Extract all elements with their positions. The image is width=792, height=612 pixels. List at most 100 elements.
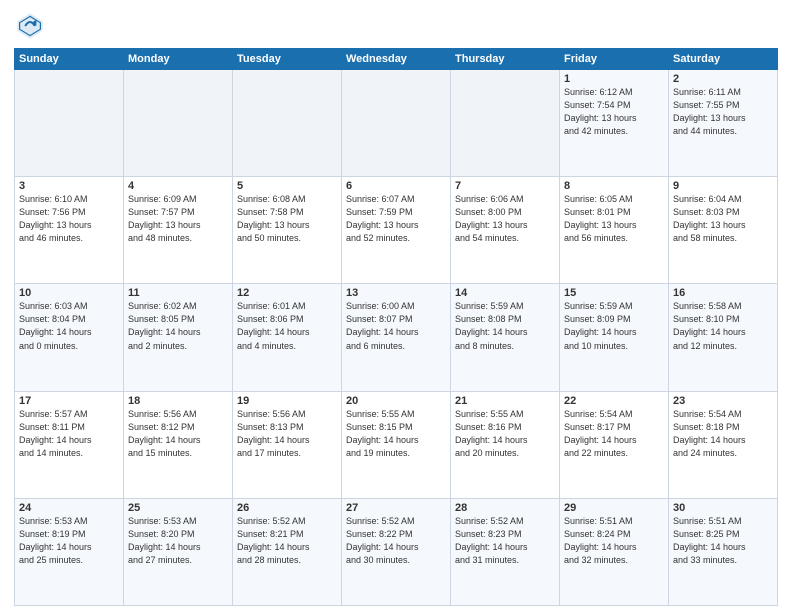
cell-info: Sunrise: 6:03 AM Sunset: 8:04 PM Dayligh… xyxy=(19,300,119,352)
day-number: 8 xyxy=(564,180,664,192)
calendar-cell: 23Sunrise: 5:54 AM Sunset: 8:18 PM Dayli… xyxy=(669,391,778,498)
calendar-cell: 9Sunrise: 6:04 AM Sunset: 8:03 PM Daylig… xyxy=(669,177,778,284)
cell-info: Sunrise: 6:09 AM Sunset: 7:57 PM Dayligh… xyxy=(128,193,228,245)
day-number: 16 xyxy=(673,287,773,299)
calendar-cell xyxy=(451,70,560,177)
day-number: 23 xyxy=(673,395,773,407)
day-number: 25 xyxy=(128,502,228,514)
week-row-4: 17Sunrise: 5:57 AM Sunset: 8:11 PM Dayli… xyxy=(15,391,778,498)
cell-info: Sunrise: 6:11 AM Sunset: 7:55 PM Dayligh… xyxy=(673,86,773,138)
day-number: 7 xyxy=(455,180,555,192)
calendar-cell: 30Sunrise: 5:51 AM Sunset: 8:25 PM Dayli… xyxy=(669,498,778,605)
day-number: 9 xyxy=(673,180,773,192)
cell-info: Sunrise: 6:02 AM Sunset: 8:05 PM Dayligh… xyxy=(128,300,228,352)
week-row-2: 3Sunrise: 6:10 AM Sunset: 7:56 PM Daylig… xyxy=(15,177,778,284)
calendar-cell: 6Sunrise: 6:07 AM Sunset: 7:59 PM Daylig… xyxy=(342,177,451,284)
calendar-cell: 8Sunrise: 6:05 AM Sunset: 8:01 PM Daylig… xyxy=(560,177,669,284)
day-number: 10 xyxy=(19,287,119,299)
cell-info: Sunrise: 5:51 AM Sunset: 8:24 PM Dayligh… xyxy=(564,515,664,567)
calendar-cell: 4Sunrise: 6:09 AM Sunset: 7:57 PM Daylig… xyxy=(124,177,233,284)
calendar-cell xyxy=(124,70,233,177)
cell-info: Sunrise: 6:01 AM Sunset: 8:06 PM Dayligh… xyxy=(237,300,337,352)
day-number: 14 xyxy=(455,287,555,299)
calendar-cell: 14Sunrise: 5:59 AM Sunset: 8:08 PM Dayli… xyxy=(451,284,560,391)
day-number: 5 xyxy=(237,180,337,192)
calendar-cell: 21Sunrise: 5:55 AM Sunset: 8:16 PM Dayli… xyxy=(451,391,560,498)
day-number: 19 xyxy=(237,395,337,407)
calendar-cell: 12Sunrise: 6:01 AM Sunset: 8:06 PM Dayli… xyxy=(233,284,342,391)
cell-info: Sunrise: 6:10 AM Sunset: 7:56 PM Dayligh… xyxy=(19,193,119,245)
weekday-wednesday: Wednesday xyxy=(342,49,451,70)
cell-info: Sunrise: 5:52 AM Sunset: 8:23 PM Dayligh… xyxy=(455,515,555,567)
weekday-monday: Monday xyxy=(124,49,233,70)
cell-info: Sunrise: 5:55 AM Sunset: 8:15 PM Dayligh… xyxy=(346,408,446,460)
cell-info: Sunrise: 5:57 AM Sunset: 8:11 PM Dayligh… xyxy=(19,408,119,460)
cell-info: Sunrise: 5:54 AM Sunset: 8:18 PM Dayligh… xyxy=(673,408,773,460)
day-number: 6 xyxy=(346,180,446,192)
day-number: 11 xyxy=(128,287,228,299)
calendar-cell: 18Sunrise: 5:56 AM Sunset: 8:12 PM Dayli… xyxy=(124,391,233,498)
day-number: 22 xyxy=(564,395,664,407)
calendar-cell: 25Sunrise: 5:53 AM Sunset: 8:20 PM Dayli… xyxy=(124,498,233,605)
cell-info: Sunrise: 5:59 AM Sunset: 8:08 PM Dayligh… xyxy=(455,300,555,352)
calendar-cell: 22Sunrise: 5:54 AM Sunset: 8:17 PM Dayli… xyxy=(560,391,669,498)
cell-info: Sunrise: 5:56 AM Sunset: 8:12 PM Dayligh… xyxy=(128,408,228,460)
weekday-thursday: Thursday xyxy=(451,49,560,70)
calendar-cell: 15Sunrise: 5:59 AM Sunset: 8:09 PM Dayli… xyxy=(560,284,669,391)
weekday-header-row: SundayMondayTuesdayWednesdayThursdayFrid… xyxy=(15,49,778,70)
cell-info: Sunrise: 6:07 AM Sunset: 7:59 PM Dayligh… xyxy=(346,193,446,245)
cell-info: Sunrise: 6:05 AM Sunset: 8:01 PM Dayligh… xyxy=(564,193,664,245)
calendar-cell: 19Sunrise: 5:56 AM Sunset: 8:13 PM Dayli… xyxy=(233,391,342,498)
calendar-cell: 1Sunrise: 6:12 AM Sunset: 7:54 PM Daylig… xyxy=(560,70,669,177)
day-number: 21 xyxy=(455,395,555,407)
cell-info: Sunrise: 5:52 AM Sunset: 8:22 PM Dayligh… xyxy=(346,515,446,567)
calendar-cell: 26Sunrise: 5:52 AM Sunset: 8:21 PM Dayli… xyxy=(233,498,342,605)
page: SundayMondayTuesdayWednesdayThursdayFrid… xyxy=(0,0,792,612)
calendar-cell: 11Sunrise: 6:02 AM Sunset: 8:05 PM Dayli… xyxy=(124,284,233,391)
calendar-cell: 27Sunrise: 5:52 AM Sunset: 8:22 PM Dayli… xyxy=(342,498,451,605)
calendar-cell: 28Sunrise: 5:52 AM Sunset: 8:23 PM Dayli… xyxy=(451,498,560,605)
calendar-cell xyxy=(15,70,124,177)
cell-info: Sunrise: 5:58 AM Sunset: 8:10 PM Dayligh… xyxy=(673,300,773,352)
logo xyxy=(14,10,50,42)
calendar: SundayMondayTuesdayWednesdayThursdayFrid… xyxy=(14,48,778,606)
day-number: 24 xyxy=(19,502,119,514)
day-number: 12 xyxy=(237,287,337,299)
day-number: 15 xyxy=(564,287,664,299)
weekday-tuesday: Tuesday xyxy=(233,49,342,70)
day-number: 30 xyxy=(673,502,773,514)
calendar-cell: 13Sunrise: 6:00 AM Sunset: 8:07 PM Dayli… xyxy=(342,284,451,391)
cell-info: Sunrise: 5:53 AM Sunset: 8:19 PM Dayligh… xyxy=(19,515,119,567)
day-number: 29 xyxy=(564,502,664,514)
calendar-cell xyxy=(342,70,451,177)
cell-info: Sunrise: 6:06 AM Sunset: 8:00 PM Dayligh… xyxy=(455,193,555,245)
cell-info: Sunrise: 5:55 AM Sunset: 8:16 PM Dayligh… xyxy=(455,408,555,460)
cell-info: Sunrise: 6:08 AM Sunset: 7:58 PM Dayligh… xyxy=(237,193,337,245)
cell-info: Sunrise: 6:04 AM Sunset: 8:03 PM Dayligh… xyxy=(673,193,773,245)
day-number: 20 xyxy=(346,395,446,407)
weekday-sunday: Sunday xyxy=(15,49,124,70)
calendar-cell: 5Sunrise: 6:08 AM Sunset: 7:58 PM Daylig… xyxy=(233,177,342,284)
calendar-cell: 20Sunrise: 5:55 AM Sunset: 8:15 PM Dayli… xyxy=(342,391,451,498)
week-row-3: 10Sunrise: 6:03 AM Sunset: 8:04 PM Dayli… xyxy=(15,284,778,391)
calendar-cell: 17Sunrise: 5:57 AM Sunset: 8:11 PM Dayli… xyxy=(15,391,124,498)
day-number: 17 xyxy=(19,395,119,407)
day-number: 3 xyxy=(19,180,119,192)
cell-info: Sunrise: 5:51 AM Sunset: 8:25 PM Dayligh… xyxy=(673,515,773,567)
cell-info: Sunrise: 5:56 AM Sunset: 8:13 PM Dayligh… xyxy=(237,408,337,460)
week-row-1: 1Sunrise: 6:12 AM Sunset: 7:54 PM Daylig… xyxy=(15,70,778,177)
calendar-cell: 2Sunrise: 6:11 AM Sunset: 7:55 PM Daylig… xyxy=(669,70,778,177)
calendar-cell xyxy=(233,70,342,177)
day-number: 4 xyxy=(128,180,228,192)
day-number: 1 xyxy=(564,73,664,85)
cell-info: Sunrise: 5:53 AM Sunset: 8:20 PM Dayligh… xyxy=(128,515,228,567)
weekday-friday: Friday xyxy=(560,49,669,70)
calendar-cell: 3Sunrise: 6:10 AM Sunset: 7:56 PM Daylig… xyxy=(15,177,124,284)
calendar-cell: 10Sunrise: 6:03 AM Sunset: 8:04 PM Dayli… xyxy=(15,284,124,391)
day-number: 18 xyxy=(128,395,228,407)
logo-icon xyxy=(14,10,46,42)
calendar-cell: 7Sunrise: 6:06 AM Sunset: 8:00 PM Daylig… xyxy=(451,177,560,284)
cell-info: Sunrise: 6:00 AM Sunset: 8:07 PM Dayligh… xyxy=(346,300,446,352)
day-number: 28 xyxy=(455,502,555,514)
weekday-saturday: Saturday xyxy=(669,49,778,70)
